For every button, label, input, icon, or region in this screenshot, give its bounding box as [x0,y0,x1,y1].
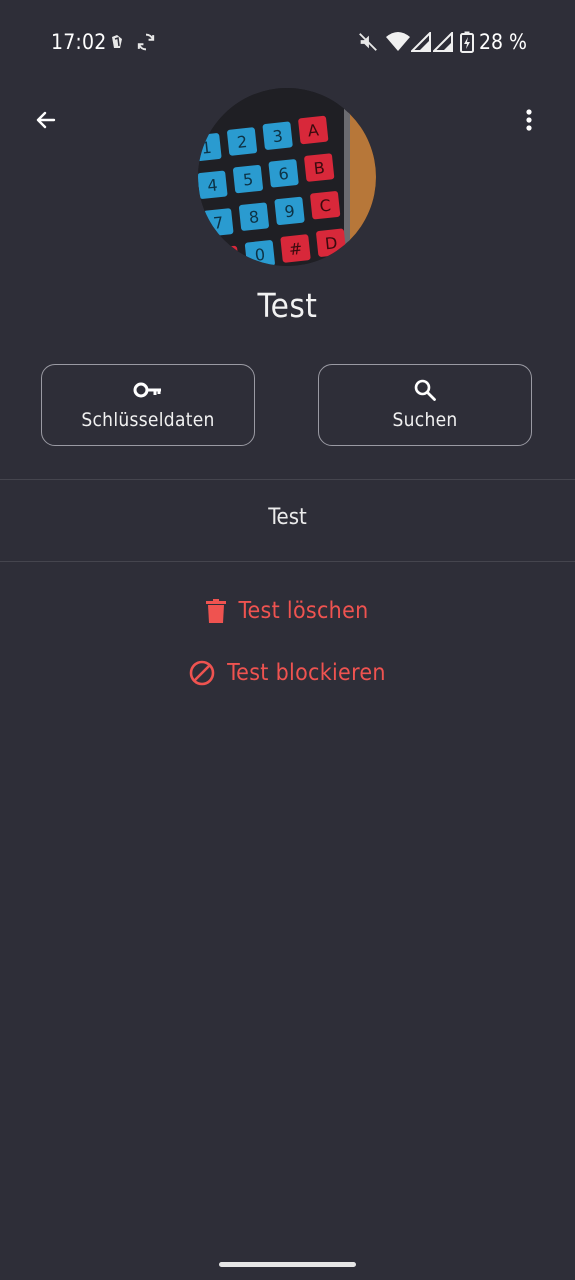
svg-text:4: 4 [206,175,218,195]
svg-text:#: # [288,239,303,259]
svg-text:C: C [319,196,332,216]
more-vert-icon [525,108,533,136]
status-time: 17:02 [51,30,107,54]
sync-icon [135,30,157,54]
notification-icon [108,30,126,54]
search-icon [413,377,437,403]
delete-icon [206,599,227,623]
keypad-photo: 1 2 3 A 4 5 6 B 7 8 9 C 0 # D [198,88,376,266]
delete-chat-button[interactable]: Test löschen [0,598,575,624]
svg-text:8: 8 [248,207,260,227]
search-label: Suchen [392,409,458,431]
svg-text:9: 9 [284,201,296,221]
back-button[interactable] [28,104,64,140]
home-indicator[interactable] [219,1262,356,1267]
status-bar: 17:02 28 % [0,0,575,86]
key-data-button[interactable]: Schlüsseldaten [41,364,255,446]
signal-icon [433,30,453,54]
svg-text:7: 7 [212,213,224,233]
wifi-icon [386,30,410,54]
contact-name: Test [257,286,318,325]
search-button[interactable]: Suchen [318,364,532,446]
svg-text:2: 2 [236,132,248,152]
key-icon [133,377,163,403]
svg-text:1: 1 [200,138,212,158]
arrow-back-icon [34,108,58,136]
svg-text:6: 6 [278,164,290,184]
battery-charging-icon [460,30,474,54]
svg-text:3: 3 [272,126,284,146]
block-contact-button[interactable]: Test blockieren [0,660,575,686]
divider [0,561,575,562]
svg-text:B: B [313,158,326,178]
signal-icon [411,30,431,54]
svg-text:5: 5 [242,170,254,190]
battery-percentage: 28 % [479,30,527,54]
delete-chat-label: Test löschen [238,598,369,624]
svg-text:D: D [324,233,338,253]
block-contact-label: Test blockieren [227,660,386,686]
svg-text:A: A [307,120,320,140]
vibrate-off-icon [357,30,379,54]
key-data-label: Schlüsseldaten [81,409,215,431]
block-icon [189,660,215,686]
avatar[interactable]: 1 2 3 A 4 5 6 B 7 8 9 C 0 # D [198,88,376,266]
chat-name-row[interactable]: Test [0,505,575,530]
overflow-menu-button[interactable] [511,104,547,140]
divider [0,479,575,480]
svg-text:0: 0 [254,245,266,265]
